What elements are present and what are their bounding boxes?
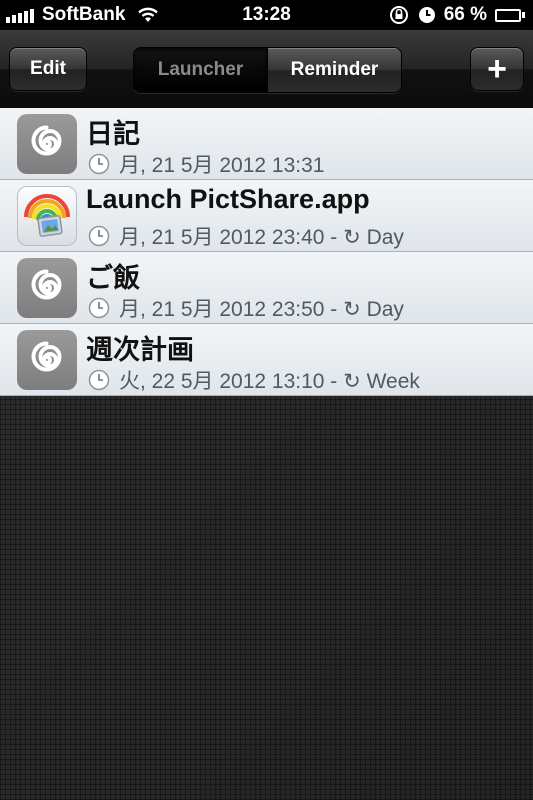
spiral-icon	[17, 114, 77, 174]
clock-icon	[88, 369, 110, 391]
item-subtitle: 火, 22 5月 2012 13:10 - ↻ Week	[119, 370, 420, 393]
list-item[interactable]: 日記 月, 21 5月 2012 13:31	[0, 108, 533, 180]
battery-icon	[495, 8, 525, 22]
clock-icon	[88, 225, 110, 247]
status-bar: SoftBank 13:28 66 %	[0, 0, 533, 30]
status-right: 66 %	[388, 4, 525, 26]
add-button[interactable]: +	[470, 47, 524, 91]
orientation-lock-icon	[389, 6, 408, 24]
navigation-bar: Edit Launcher Reminder +	[0, 30, 533, 109]
list-item[interactable]: 週次計画 火, 22 5月 2012 13:10 - ↻ Week	[0, 324, 533, 396]
pictshare-app-icon	[17, 186, 77, 246]
spiral-icon	[17, 258, 77, 318]
item-title: 週次計画	[86, 335, 194, 365]
battery-percent: 66 %	[443, 4, 487, 25]
mode-segmented-control[interactable]: Launcher Reminder	[133, 47, 402, 93]
item-title: 日記	[86, 119, 140, 149]
item-subtitle: 月, 21 5月 2012 13:31	[119, 154, 325, 177]
spiral-icon	[17, 330, 77, 390]
item-subtitle: 月, 21 5月 2012 23:50 - ↻ Day	[119, 298, 404, 321]
item-title: Launch PictShare.app	[86, 184, 370, 214]
clock-icon	[88, 297, 110, 319]
launcher-list: 日記 月, 21 5月 2012 13:31 Launch PictShare.…	[0, 108, 533, 396]
item-subtitle: 月, 21 5月 2012 23:40 - ↻ Day	[119, 226, 404, 249]
list-item[interactable]: ご飯 月, 21 5月 2012 23:50 - ↻ Day	[0, 252, 533, 324]
edit-button[interactable]: Edit	[9, 47, 87, 91]
item-title: ご飯	[86, 263, 140, 293]
segment-launcher[interactable]: Launcher	[134, 48, 268, 92]
segment-reminder[interactable]: Reminder	[268, 48, 401, 92]
alarm-clock-icon	[418, 7, 435, 23]
list-item[interactable]: Launch PictShare.app 月, 21 5月 2012 23:40…	[0, 180, 533, 252]
clock-icon	[88, 153, 110, 175]
